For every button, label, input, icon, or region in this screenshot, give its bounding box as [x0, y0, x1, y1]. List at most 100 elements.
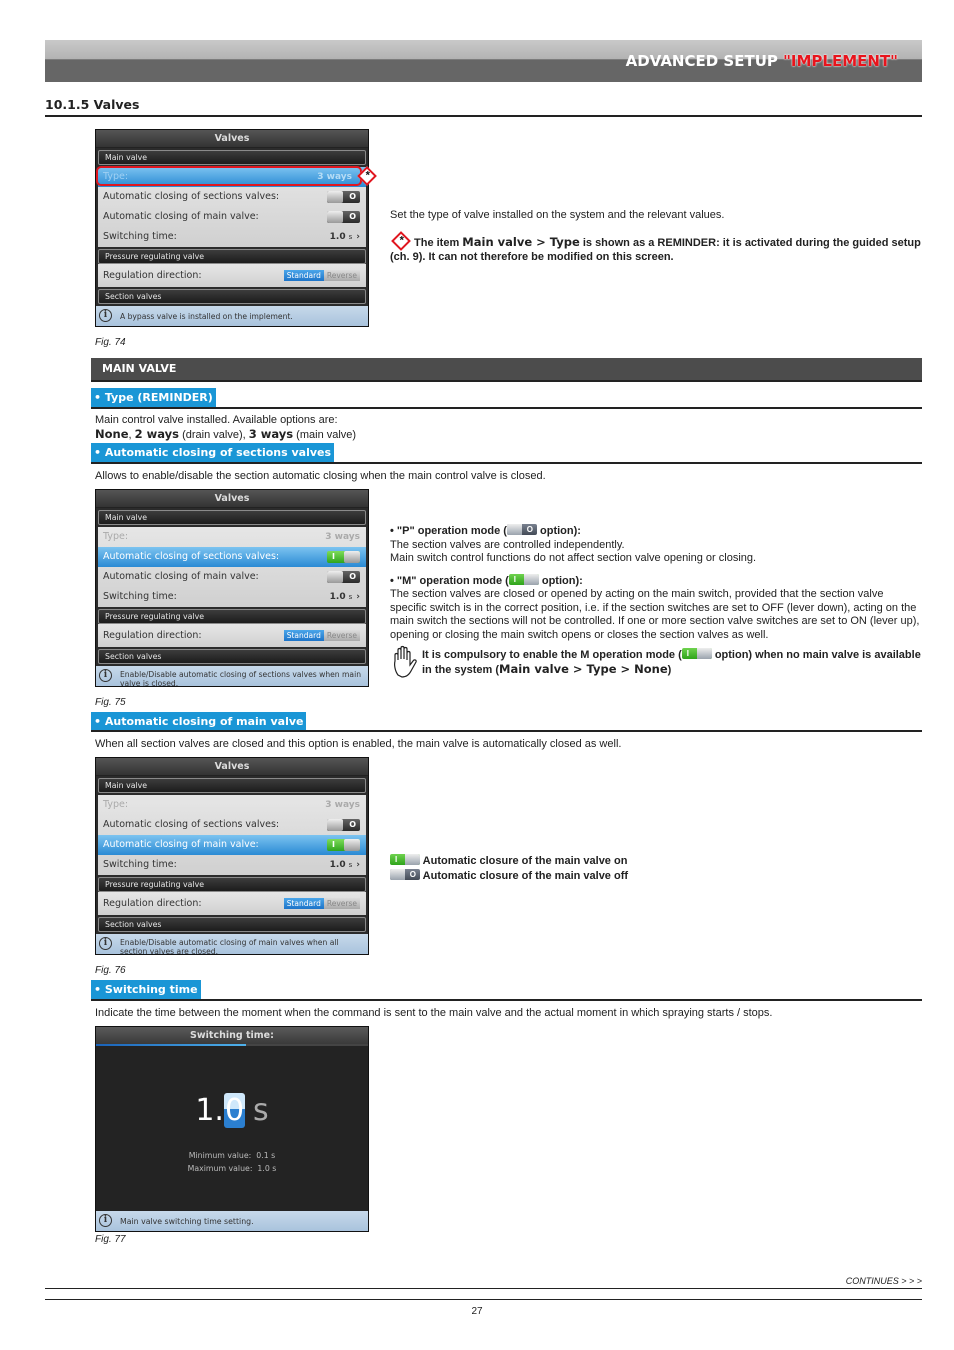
option-standard[interactable]: Standard: [283, 270, 324, 281]
info-text: Enable/Disable automatic closing of sect…: [120, 670, 362, 688]
toggle-on-icon: [681, 648, 712, 659]
row-auto-close-sections[interactable]: Automatic closing of sections valves:: [98, 815, 366, 835]
row-regulation-direction: Regulation direction: Standard Reverse: [98, 892, 366, 915]
type-value: 3 ways: [317, 172, 352, 182]
chapter-title: ADVANCED SETUP "IMPLEMENT": [625, 52, 898, 70]
auto-close-sections-toggle[interactable]: [327, 551, 360, 563]
auto-close-main-toggle[interactable]: [327, 571, 360, 583]
switching-time-value: 1.0 s ›: [329, 860, 360, 870]
value-limits: Minimum value: 0.1 s Maximum value: 1.0 …: [187, 1151, 277, 1173]
chapter-header-band: ADVANCED SETUP "IMPLEMENT": [45, 40, 922, 82]
info-icon: i: [99, 669, 112, 682]
chevron-right-icon: ›: [356, 592, 360, 602]
row-auto-close-main[interactable]: Automatic closing of main valve:: [98, 567, 366, 587]
regulation-direction-label: Regulation direction:: [103, 630, 202, 641]
auto-close-sections-description: Allows to enable/disable the section aut…: [95, 470, 546, 482]
subsection-auto-close-main: • Automatic closing of main valve: [91, 712, 307, 731]
section-divider: [45, 115, 922, 117]
option-standard[interactable]: Standard: [283, 898, 324, 909]
row-regulation-direction: Regulation direction: Standard Reverse: [98, 264, 366, 287]
group-section-valves: Section valves: [98, 289, 366, 304]
option-reverse[interactable]: Reverse: [323, 270, 360, 281]
subsection-divider: [91, 730, 922, 732]
group-main-valve: Main valve: [98, 778, 366, 793]
figure-caption: Fig. 77: [95, 1234, 126, 1245]
subsection-auto-close-sections: • Automatic closing of sections valves: [91, 443, 335, 462]
info-bar: i A bypass valve is installed on the imp…: [96, 306, 368, 326]
auto-close-main-toggle[interactable]: [327, 839, 360, 851]
figure-caption: Fig. 76: [95, 965, 126, 976]
switching-time-screen-fig77: Switching time: 1.0 s Minimum value: 0.1 …: [95, 1026, 369, 1232]
type-label: Type:: [103, 531, 129, 542]
subsection-divider: [91, 407, 922, 409]
value-digit-cursor[interactable]: 0: [223, 1093, 246, 1128]
screen-title: Valves: [96, 490, 368, 508]
chevron-right-icon: ›: [356, 860, 360, 870]
legend-off: Automatic closure of the main valve off: [390, 869, 628, 884]
type-label: Type:: [103, 799, 129, 810]
row-regulation-direction: Regulation direction: Standard Reverse: [98, 624, 366, 647]
reminder-note: The item Main valve > Type is shown as a…: [390, 235, 921, 263]
screen-title: Valves: [96, 758, 368, 776]
row-switching-time[interactable]: Switching time: 1.0 s ›: [98, 587, 366, 607]
subsection-divider: [91, 999, 922, 1001]
regulation-direction-selector[interactable]: Standard Reverse: [283, 898, 360, 909]
auto-close-sections-toggle[interactable]: [327, 191, 360, 203]
progress-bar: [96, 1044, 368, 1046]
type-value: 3 ways: [325, 800, 360, 810]
row-type: Type: 3 ways: [98, 527, 366, 547]
toggle-on-icon: [390, 854, 420, 865]
info-icon: i: [99, 1214, 112, 1227]
switching-time-value: 1.0 s ›: [329, 232, 360, 242]
row-switching-time[interactable]: Switching time: 1.0 s ›: [98, 855, 366, 875]
operation-modes-text: • "P" operation mode ( option): The sect…: [390, 524, 922, 642]
group-section-valves: Section valves: [98, 649, 366, 664]
switching-time-label: Switching time:: [103, 859, 177, 870]
toggle-off-icon: [390, 869, 420, 880]
footer-divider: [45, 1288, 922, 1289]
info-bar: i Main valve switching time setting.: [96, 1211, 368, 1231]
compulsory-note: It is compulsory to enable the M operati…: [422, 648, 922, 677]
group-pressure-valve: Pressure regulating valve: [98, 877, 366, 892]
regulation-direction-label: Regulation direction:: [103, 270, 202, 281]
legend-on: Automatic closure of the main valve on: [390, 854, 627, 869]
auto-close-main-description: When all section valves are closed and t…: [95, 738, 622, 750]
auto-close-main-toggle[interactable]: [327, 211, 360, 223]
group-section-valves: Section valves: [98, 917, 366, 932]
switching-time-editor[interactable]: 1.0 s: [96, 1093, 368, 1128]
type-description: Main control valve installed. Available …: [95, 414, 357, 441]
option-reverse[interactable]: Reverse: [323, 898, 360, 909]
chevron-right-icon: ›: [356, 232, 360, 242]
option-reverse[interactable]: Reverse: [323, 630, 360, 641]
row-auto-close-sections[interactable]: Automatic closing of sections valves:: [98, 547, 366, 567]
value-unit: s: [253, 1093, 269, 1128]
row-type[interactable]: Type: 3 ways: [98, 167, 366, 187]
group-main-valve: Main valve: [98, 510, 366, 525]
auto-close-sections-label: Automatic closing of sections valves:: [103, 191, 280, 202]
info-bar: i Enable/Disable automatic closing of se…: [96, 666, 368, 688]
row-auto-close-main[interactable]: Automatic closing of main valve:: [98, 835, 366, 855]
option-standard[interactable]: Standard: [283, 630, 324, 641]
toggle-on-icon: [508, 573, 539, 585]
type-value: 3 ways: [325, 532, 360, 542]
pressure-panel: Regulation direction: Standard Reverse: [98, 264, 366, 287]
hand-warning-icon: [392, 645, 418, 679]
switching-time-description: Indicate the time between the moment whe…: [95, 1007, 773, 1019]
main-valve-panel: Type: 3 ways Automatic closing of sectio…: [98, 167, 366, 247]
auto-close-sections-toggle[interactable]: [327, 819, 360, 831]
group-main-valve: Main valve: [98, 150, 366, 165]
row-switching-time[interactable]: Switching time: 1.0 s ›: [98, 227, 366, 247]
info-text: Main valve switching time setting.: [120, 1217, 254, 1226]
value-integer: 1.: [195, 1093, 224, 1128]
regulation-direction-selector[interactable]: Standard Reverse: [283, 270, 360, 281]
main-valve-panel: Type: 3 ways Automatic closing of sectio…: [98, 527, 366, 607]
pressure-panel: Regulation direction: Standard Reverse: [98, 624, 366, 647]
row-auto-close-main[interactable]: Automatic closing of main valve:: [98, 207, 366, 227]
group-pressure-valve: Pressure regulating valve: [98, 609, 366, 624]
subsection-type-reminder: • Type (REMINDER): [91, 388, 216, 407]
continues-label: CONTINUES > > >: [845, 1276, 922, 1286]
regulation-direction-selector[interactable]: Standard Reverse: [283, 630, 360, 641]
type-label: Type:: [103, 171, 129, 182]
info-icon: i: [99, 937, 112, 950]
row-auto-close-sections[interactable]: Automatic closing of sections valves:: [98, 187, 366, 207]
